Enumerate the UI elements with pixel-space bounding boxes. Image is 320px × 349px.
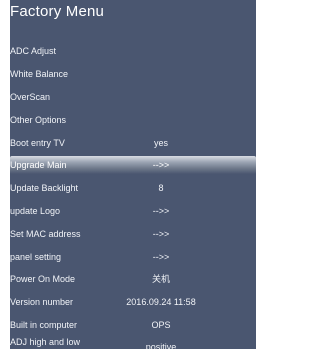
menu-item-set-mac-address[interactable]: Set MAC address -->> — [10, 225, 256, 243]
menu-item-label: Power On Mode — [10, 274, 76, 284]
menu-item-value: -->> — [152, 206, 170, 216]
menu-item-built-in-computer[interactable]: Built in computer OPS — [10, 316, 256, 334]
menu-item-adj-high-and-low[interactable]: ADJ high and low positive — [10, 333, 256, 349]
menu-item-panel-setting[interactable]: panel setting -->> — [10, 248, 256, 266]
menu-item-value: positive — [145, 342, 177, 349]
menu-item-label: ADJ high and low — [10, 337, 81, 347]
menu-item-white-balance[interactable]: White Balance — [10, 65, 256, 83]
menu-item-adc-adjust[interactable]: ADC Adjust — [10, 42, 256, 60]
menu-item-label: Version number — [10, 297, 74, 307]
menu-item-power-on-mode[interactable]: Power On Mode 关机 — [10, 270, 256, 288]
menu-item-overscan[interactable]: OverScan — [10, 88, 256, 106]
menu-item-label: Built in computer — [10, 320, 78, 330]
menu-item-label: Update Backlight — [10, 183, 79, 193]
menu-item-label: ADC Adjust — [10, 46, 57, 56]
menu-item-label: OverScan — [10, 92, 51, 102]
menu-item-value: OPS — [151, 320, 171, 330]
menu-item-label: Upgrade Main — [10, 160, 67, 170]
menu-item-value: 8 — [158, 183, 164, 193]
menu-item-value: 2016.09.24 11:58 — [126, 297, 196, 307]
menu-item-label: White Balance — [10, 69, 69, 79]
menu-item-value: yes — [153, 138, 168, 148]
menu-item-label: Set MAC address — [10, 229, 81, 239]
menu-item-label: Boot entry TV — [10, 138, 65, 148]
menu-item-version-number[interactable]: Version number 2016.09.24 11:58 — [10, 293, 256, 311]
menu-item-value: -->> — [152, 160, 170, 170]
factory-menu-panel: Factory Menu ADC Adjust White Balance Ov… — [10, 0, 256, 349]
menu-item-value: -->> — [152, 252, 170, 262]
menu-item-label: update Logo — [10, 206, 61, 216]
menu-item-label: Other Options — [10, 115, 67, 125]
menu-item-label: panel setting — [10, 252, 62, 262]
menu-item-update-logo[interactable]: update Logo -->> — [10, 202, 256, 220]
menu-title: Factory Menu — [10, 3, 105, 20]
menu-item-boot-entry-tv[interactable]: Boot entry TV yes — [10, 134, 256, 152]
menu-item-upgrade-main[interactable]: Upgrade Main -->> — [10, 156, 256, 174]
menu-item-other-options[interactable]: Other Options — [10, 111, 256, 129]
menu-item-value: -->> — [152, 229, 170, 239]
menu-item-value: 关机 — [151, 274, 170, 284]
menu-item-update-backlight[interactable]: Update Backlight 8 — [10, 179, 256, 197]
